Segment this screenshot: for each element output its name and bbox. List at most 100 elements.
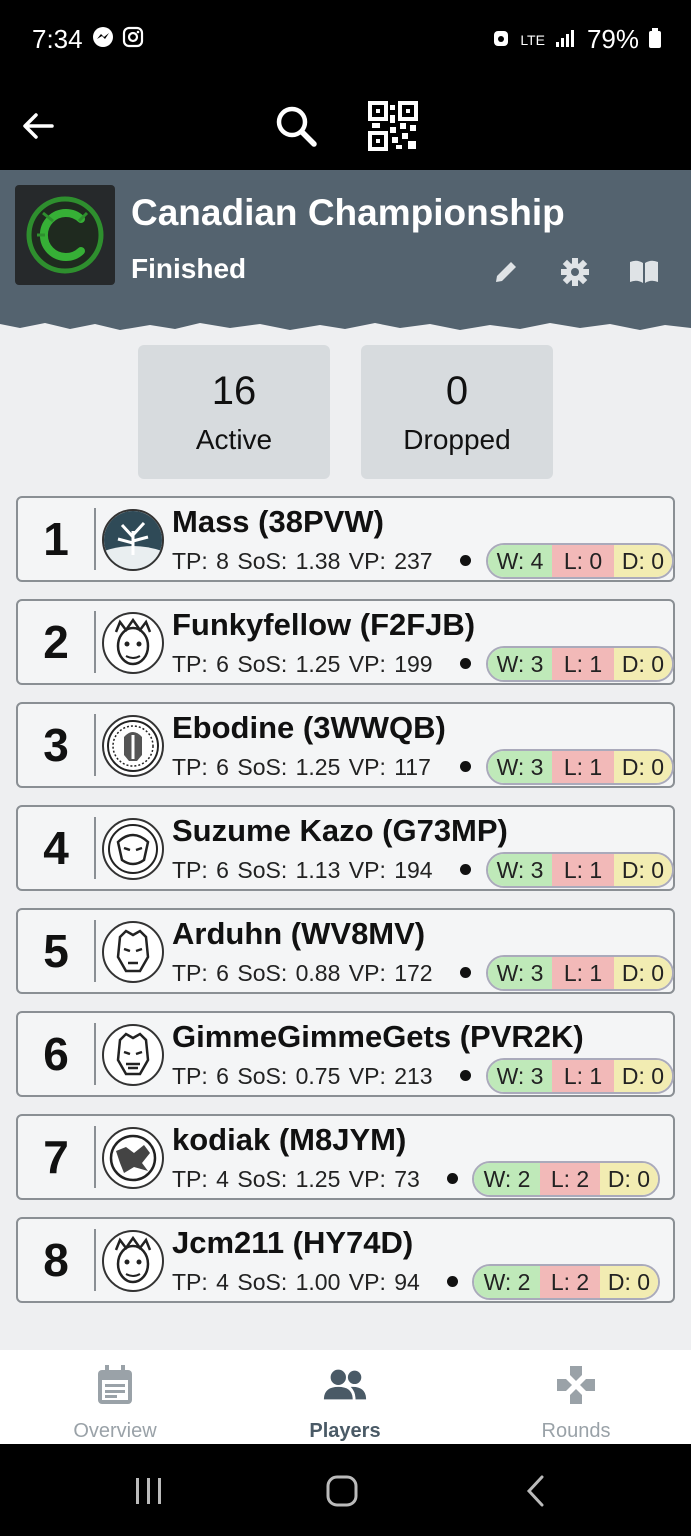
player-avatar xyxy=(102,509,164,571)
player-row[interactable]: 6 GimmeGimmeGets (PVR2K) TP: 6 SoS: 0.75… xyxy=(16,1011,675,1097)
draws-badge: D: 0 xyxy=(600,1163,658,1195)
event-status: Finished xyxy=(131,253,247,284)
player-row[interactable]: 3 Ebodine (3WWQB) TP: 6 SoS: 1.25 VP: 11… xyxy=(16,702,675,788)
player-name: Ebodine (3WWQB) xyxy=(172,710,446,745)
system-back-button[interactable] xyxy=(506,1466,566,1516)
arrow-left-icon xyxy=(23,113,54,139)
active-label: Active xyxy=(195,424,273,455)
separator-dot xyxy=(460,658,471,669)
player-name: Arduhn (WV8MV) xyxy=(172,916,426,951)
book-icon xyxy=(630,260,658,283)
draws-badge: D: 0 xyxy=(614,545,672,577)
messenger-icon xyxy=(92,26,114,53)
wins-badge: W: 3 xyxy=(488,854,552,886)
player-rank: 1 xyxy=(43,513,69,565)
separator-dot xyxy=(460,967,471,978)
player-stats: TP: 6 SoS: 0.88 VP: 172 xyxy=(172,960,433,986)
player-avatar xyxy=(102,921,164,983)
qr-code-icon xyxy=(368,101,418,151)
draws-badge: D: 0 xyxy=(614,648,672,680)
nav-players[interactable]: Players xyxy=(230,1350,460,1444)
settings-button[interactable] xyxy=(555,252,595,292)
event-header: Canadian Championship Finished xyxy=(0,170,691,336)
nav-players-label: Players xyxy=(309,1420,381,1442)
players-content: 16 Active 0 Dropped 1 Mass (38PVW) TP: 8… xyxy=(0,333,691,1350)
active-count-card: 16 Active xyxy=(138,345,330,479)
player-row[interactable]: 4 Suzume Kazo (G73MP) TP: 6 SoS: 1.13 VP… xyxy=(16,805,675,891)
match-record: W: 2 L: 2 D: 0 xyxy=(472,1161,660,1197)
separator-dot xyxy=(460,555,471,566)
player-row[interactable]: 1 Mass (38PVW) TP: 8 SoS: 1.38 VP: 237 W… xyxy=(16,496,675,582)
player-row[interactable]: 8 Jcm211 (HY74D) TP: 4 SoS: 1.00 VP: 94 … xyxy=(16,1217,675,1303)
losses-badge: L: 1 xyxy=(552,854,614,886)
chevron-left-icon xyxy=(526,1475,544,1507)
nav-rounds[interactable]: Rounds xyxy=(461,1350,691,1444)
row-divider xyxy=(94,1126,96,1188)
player-row[interactable]: 7 kodiak (M8JYM) TP: 4 SoS: 1.25 VP: 73 … xyxy=(16,1114,675,1200)
battery-icon xyxy=(649,24,661,55)
edit-button[interactable] xyxy=(486,252,526,292)
status-bar: 7:34 LTE 79% xyxy=(0,0,691,80)
dropped-label: Dropped xyxy=(403,424,511,455)
wins-badge: W: 2 xyxy=(474,1163,540,1195)
player-stats: TP: 6 SoS: 0.75 VP: 213 xyxy=(172,1063,433,1089)
gear-icon xyxy=(561,258,589,286)
calendar-icon xyxy=(92,1362,138,1408)
player-avatar xyxy=(102,818,164,880)
instagram-icon xyxy=(122,26,144,53)
player-stats: TP: 4 SoS: 1.00 VP: 94 xyxy=(172,1269,420,1295)
separator-dot xyxy=(460,761,471,772)
qr-code-button[interactable] xyxy=(365,98,421,154)
player-name: Mass (38PVW) xyxy=(172,504,384,539)
wins-badge: W: 4 xyxy=(488,545,552,577)
player-name: Funkyfellow (F2FJB) xyxy=(172,607,476,642)
home-button[interactable] xyxy=(312,1466,372,1516)
signal-icon xyxy=(555,24,577,55)
player-stats: TP: 4 SoS: 1.25 VP: 73 xyxy=(172,1166,420,1192)
recent-apps-button[interactable] xyxy=(119,1466,179,1516)
losses-badge: L: 1 xyxy=(552,1060,614,1092)
nav-overview-label: Overview xyxy=(73,1420,157,1442)
player-row[interactable]: 5 Arduhn (WV8MV) TP: 6 SoS: 0.88 VP: 172… xyxy=(16,908,675,994)
player-rank: 5 xyxy=(43,925,69,977)
player-avatar xyxy=(102,715,164,777)
alarm-icon xyxy=(492,24,510,55)
player-name: Jcm211 (HY74D) xyxy=(172,1225,414,1260)
row-divider xyxy=(94,1229,96,1291)
search-button[interactable] xyxy=(268,98,324,154)
losses-badge: L: 1 xyxy=(552,648,614,680)
player-name: Suzume Kazo (G73MP) xyxy=(172,813,508,848)
match-record: W: 3 L: 1 D: 0 xyxy=(486,1058,674,1094)
player-avatar xyxy=(102,1127,164,1189)
draws-badge: D: 0 xyxy=(614,751,672,783)
wins-badge: W: 3 xyxy=(488,648,552,680)
nav-rounds-label: Rounds xyxy=(541,1420,611,1442)
status-time: 7:34 xyxy=(32,24,83,54)
back-button[interactable] xyxy=(10,98,66,154)
row-divider xyxy=(94,611,96,673)
rules-button[interactable] xyxy=(624,252,664,292)
top-app-bar xyxy=(0,80,691,170)
nav-overview[interactable]: Overview xyxy=(0,1350,230,1444)
event-logo xyxy=(15,185,115,285)
separator-dot xyxy=(447,1173,458,1184)
player-row[interactable]: 2 Funkyfellow (F2FJB) TP: 6 SoS: 1.25 VP… xyxy=(16,599,675,685)
player-rank: 2 xyxy=(43,616,69,668)
event-title: Canadian Championship xyxy=(131,192,565,233)
player-stats: TP: 6 SoS: 1.25 VP: 117 xyxy=(172,754,431,780)
system-navigation-bar xyxy=(0,1444,691,1536)
draws-badge: D: 0 xyxy=(614,1060,672,1092)
recent-apps-icon xyxy=(136,1478,161,1504)
player-avatar xyxy=(102,1024,164,1086)
dropped-count: 0 xyxy=(445,369,469,413)
player-name: GimmeGimmeGets (PVR2K) xyxy=(172,1019,584,1054)
draws-badge: D: 0 xyxy=(614,854,672,886)
row-divider xyxy=(94,817,96,879)
player-name: kodiak (M8JYM) xyxy=(172,1122,407,1157)
player-rank: 6 xyxy=(43,1028,69,1080)
search-icon xyxy=(276,106,317,147)
row-divider xyxy=(94,920,96,982)
row-divider xyxy=(94,508,96,570)
player-rank: 4 xyxy=(43,822,69,874)
battery-level: 79% xyxy=(586,24,639,54)
